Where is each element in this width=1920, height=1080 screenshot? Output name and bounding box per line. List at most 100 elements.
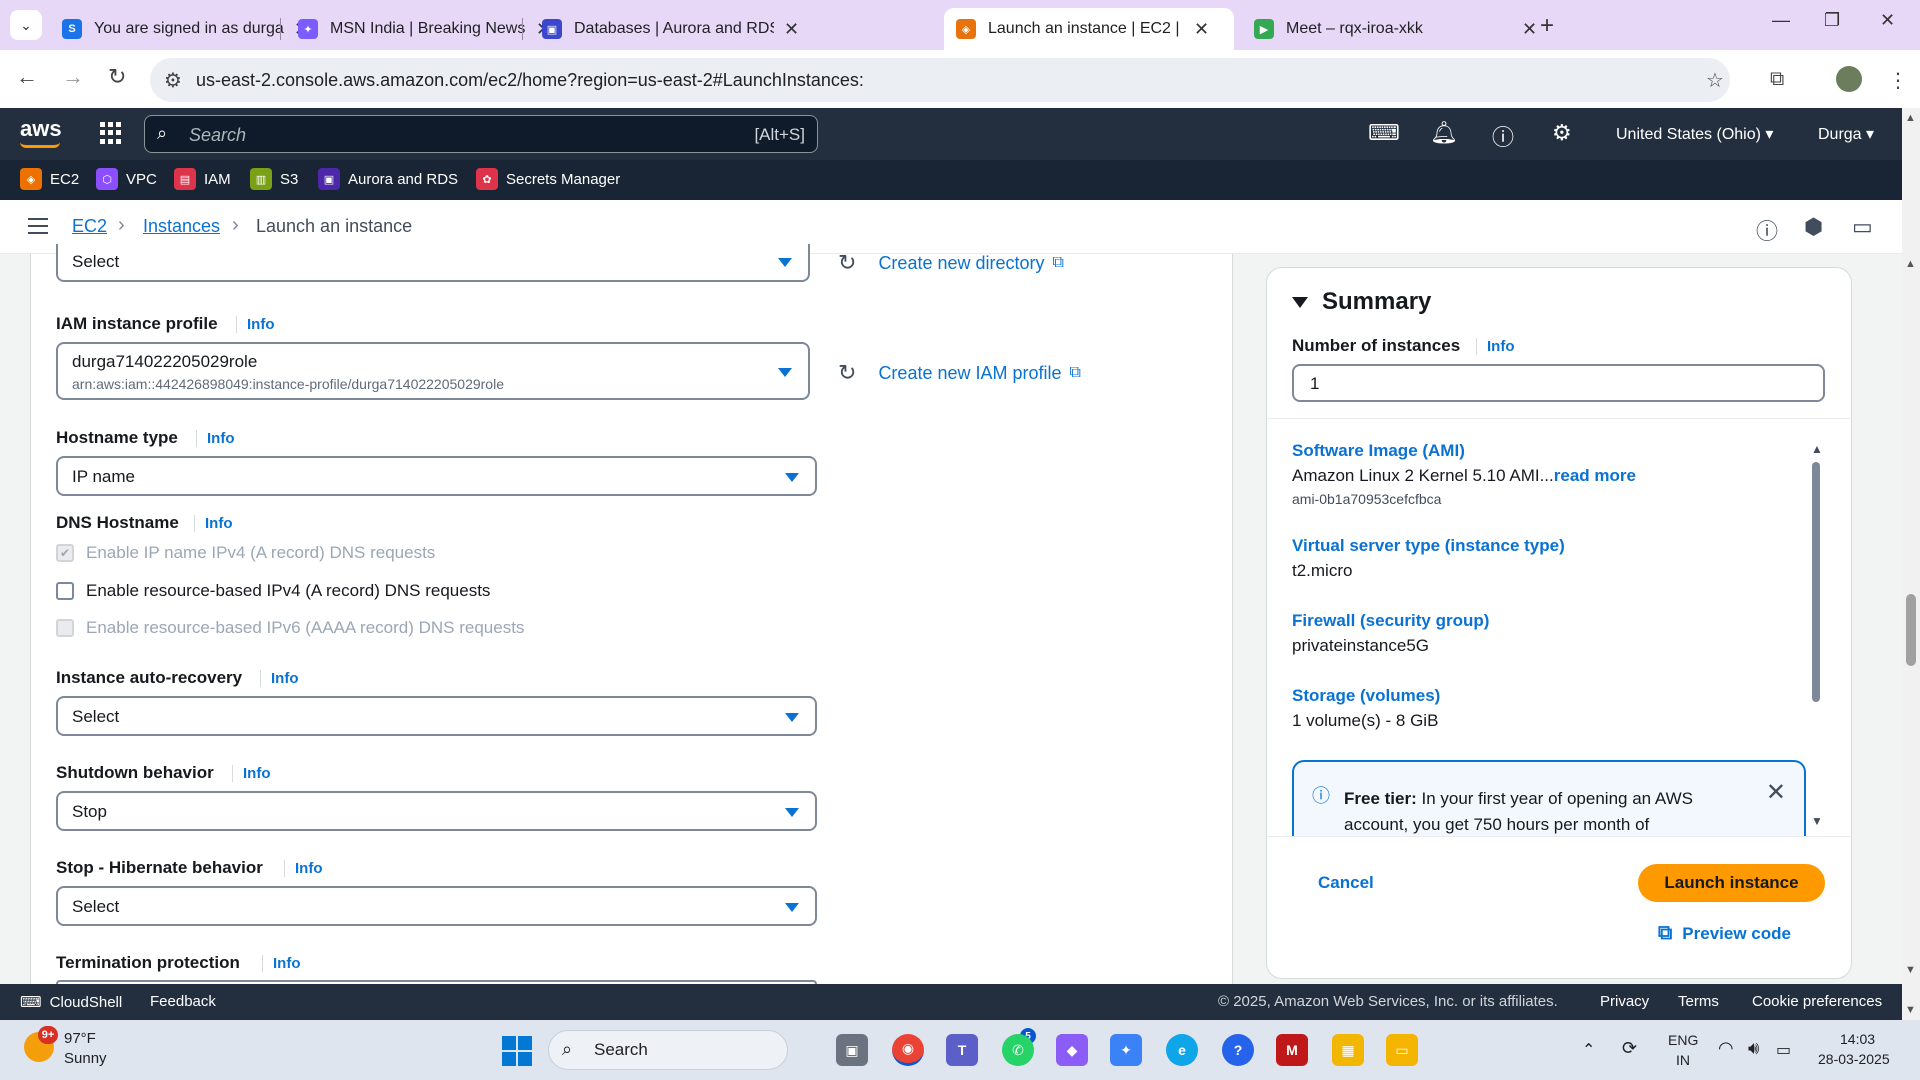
feedback-link[interactable]: Feedback xyxy=(150,993,216,1010)
clock-date[interactable]: 28-03-2025 xyxy=(1818,1051,1890,1067)
aws-search-input[interactable]: ⌕ Search [Alt+S] xyxy=(144,115,818,153)
browser-tab-databases[interactable]: ▣ Databases | Aurora and RDS | us ✕ xyxy=(530,8,811,50)
close-tab-icon[interactable]: ✕ xyxy=(1522,19,1537,40)
myasus-icon[interactable]: ✦ xyxy=(1110,1034,1142,1066)
system-tray-chevron-up-icon[interactable]: ⌃ xyxy=(1582,1040,1595,1060)
favorite-aurora-rds[interactable]: ▣ Aurora and RDS xyxy=(318,168,458,190)
copilot-icon[interactable]: ◆ xyxy=(1056,1034,1088,1066)
weather-desc[interactable]: Sunny xyxy=(64,1050,107,1067)
hostname-type-select[interactable]: IP name xyxy=(56,456,817,496)
favorite-s3[interactable]: ▥ S3 xyxy=(250,168,298,190)
refresh-icon[interactable]: ↻ xyxy=(838,360,856,386)
create-new-iam-profile-link[interactable]: ↻ Create new IAM profile ⧉ xyxy=(838,360,1081,386)
dns-ipv4-resource-checkbox[interactable]: Enable resource-based IPv4 (A record) DN… xyxy=(56,581,490,601)
url-text[interactable]: us-east-2.console.aws.amazon.com/ec2/hom… xyxy=(196,70,864,91)
site-settings-icon[interactable]: ⚙ xyxy=(164,68,182,93)
edge-icon[interactable]: e xyxy=(1166,1034,1198,1066)
back-arrow-icon[interactable]: ← xyxy=(16,64,38,90)
iam-profile-select[interactable]: durga714022205029role arn:aws:iam::44242… xyxy=(56,342,810,400)
account-menu[interactable]: Durga ▾ xyxy=(1818,124,1874,144)
browser-tab-meet[interactable]: ▶ Meet – rqx-iroa-xkk ✕ xyxy=(1242,8,1549,50)
page-scrollbar-thumb[interactable] xyxy=(1906,594,1916,666)
cancel-button[interactable]: Cancel xyxy=(1318,873,1374,893)
close-tab-icon[interactable]: ✕ xyxy=(1194,19,1209,40)
hostname-type-info-link[interactable]: Info xyxy=(196,430,235,447)
settings-gear-icon[interactable]: ⚙ xyxy=(1552,120,1572,146)
language-code[interactable]: ENG xyxy=(1668,1032,1698,1048)
whatsapp-icon[interactable]: ✆ xyxy=(1002,1034,1034,1066)
close-icon[interactable]: ✕ xyxy=(1766,778,1786,807)
scroll-up-arrow-icon[interactable]: ▲ xyxy=(1905,258,1916,270)
dns-hostname-info-link[interactable]: Info xyxy=(194,515,233,532)
services-grid-icon[interactable] xyxy=(100,122,122,144)
minimize-icon[interactable]: — xyxy=(1772,10,1790,31)
terms-link[interactable]: Terms xyxy=(1678,993,1719,1010)
shutdown-behavior-info-link[interactable]: Info xyxy=(232,765,271,782)
profile-avatar[interactable] xyxy=(1836,66,1862,92)
volume-icon[interactable]: 🔊︎ xyxy=(1748,1038,1759,1059)
ami-link[interactable]: Software Image (AMI) xyxy=(1292,441,1465,461)
cloudshell-button[interactable]: ⌨ CloudShell xyxy=(20,993,122,1011)
summary-title[interactable]: Summary xyxy=(1292,288,1431,316)
create-new-directory-link[interactable]: ↻ Create new directory ⧉ xyxy=(838,250,1064,276)
task-view-icon[interactable]: ▣ xyxy=(836,1034,868,1066)
extensions-puzzle-icon[interactable]: ⧉ xyxy=(1770,68,1784,91)
sync-icon[interactable]: ⟳ xyxy=(1622,1038,1637,1059)
help-app-icon[interactable]: ? xyxy=(1222,1034,1254,1066)
page-scrollbar[interactable] xyxy=(1902,108,1920,1020)
shutdown-behavior-select[interactable]: Stop xyxy=(56,791,817,831)
aws-logo[interactable]: aws xyxy=(20,116,62,148)
tab-search-button[interactable]: ⌄ xyxy=(10,10,42,40)
breadcrumb-instances[interactable]: Instances xyxy=(143,216,220,237)
favorite-ec2[interactable]: ◈ EC2 xyxy=(20,168,79,190)
hibernate-behavior-info-link[interactable]: Info xyxy=(284,860,323,877)
domain-join-select[interactable]: Select xyxy=(56,244,810,282)
browser-tab-launch-instance[interactable]: ◈ Launch an instance | EC2 | us-ea ✕ xyxy=(944,8,1234,50)
breadcrumb-ec2[interactable]: EC2 xyxy=(72,216,107,237)
chrome-icon[interactable]: ◉ xyxy=(892,1034,924,1066)
wifi-icon[interactable]: ◠ xyxy=(1718,1038,1734,1059)
scroll-up-arrow-icon[interactable]: ▲ xyxy=(1811,442,1823,456)
notifications-hex-icon[interactable]: ⬢ xyxy=(1804,214,1823,240)
hibernate-behavior-select[interactable]: Select xyxy=(56,886,817,926)
mcafee-icon[interactable]: M xyxy=(1276,1034,1308,1066)
number-of-instances-input[interactable]: 1 xyxy=(1292,364,1825,402)
summary-scrollbar-thumb[interactable] xyxy=(1812,462,1820,702)
region-selector[interactable]: United States (Ohio) ▾ xyxy=(1616,124,1773,144)
microsoft-store-icon[interactable]: ▦ xyxy=(1332,1034,1364,1066)
notifications-bell-icon[interactable]: 🔔︎ xyxy=(1430,120,1458,146)
file-explorer-icon[interactable]: ▭ xyxy=(1386,1034,1418,1066)
iam-profile-info-link[interactable]: Info xyxy=(236,316,275,333)
read-more-link[interactable]: read more xyxy=(1554,466,1636,485)
clock-time[interactable]: 14:03 xyxy=(1840,1031,1875,1047)
auto-recovery-select[interactable]: Select xyxy=(56,696,817,736)
close-tab-icon[interactable]: ✕ xyxy=(784,19,799,40)
scroll-down-arrow-icon[interactable]: ▼ xyxy=(1905,1004,1916,1016)
preview-code-link[interactable]: ⧉ Preview code xyxy=(1658,922,1791,945)
hamburger-menu-icon[interactable] xyxy=(28,218,48,234)
bookmark-star-icon[interactable]: ☆ xyxy=(1706,68,1724,93)
help-icon[interactable]: ⓘ xyxy=(1492,120,1514,152)
scroll-down-arrow-icon[interactable]: ▼ xyxy=(1905,964,1916,976)
favorite-iam[interactable]: ▤ IAM xyxy=(174,168,231,190)
scroll-down-arrow-icon[interactable]: ▼ xyxy=(1811,814,1823,828)
info-circle-icon[interactable]: ⓘ xyxy=(1756,214,1778,246)
refresh-icon[interactable]: ↻ xyxy=(838,250,856,276)
reload-icon[interactable]: ↻ xyxy=(108,64,126,90)
forward-arrow-icon[interactable]: → xyxy=(62,64,84,90)
favorite-secrets-manager[interactable]: ✿ Secrets Manager xyxy=(476,168,620,190)
windows-start-icon[interactable] xyxy=(502,1036,532,1066)
taskbar-search-box[interactable] xyxy=(548,1030,788,1070)
security-group-link[interactable]: Firewall (security group) xyxy=(1292,611,1489,631)
language-region[interactable]: IN xyxy=(1676,1052,1690,1068)
battery-icon[interactable]: ▭ xyxy=(1776,1040,1791,1060)
instance-type-link[interactable]: Virtual server type (instance type) xyxy=(1292,536,1565,556)
close-window-icon[interactable]: ✕ xyxy=(1880,10,1895,31)
launch-instance-button[interactable]: Launch instance xyxy=(1638,864,1825,902)
auto-recovery-info-link[interactable]: Info xyxy=(260,670,299,687)
display-preferences-icon[interactable]: ▭ xyxy=(1852,214,1873,240)
weather-temp[interactable]: 97°F xyxy=(64,1030,96,1047)
favorite-vpc[interactable]: ⬡ VPC xyxy=(96,168,157,190)
privacy-link[interactable]: Privacy xyxy=(1600,993,1649,1010)
teams-icon[interactable]: T xyxy=(946,1034,978,1066)
